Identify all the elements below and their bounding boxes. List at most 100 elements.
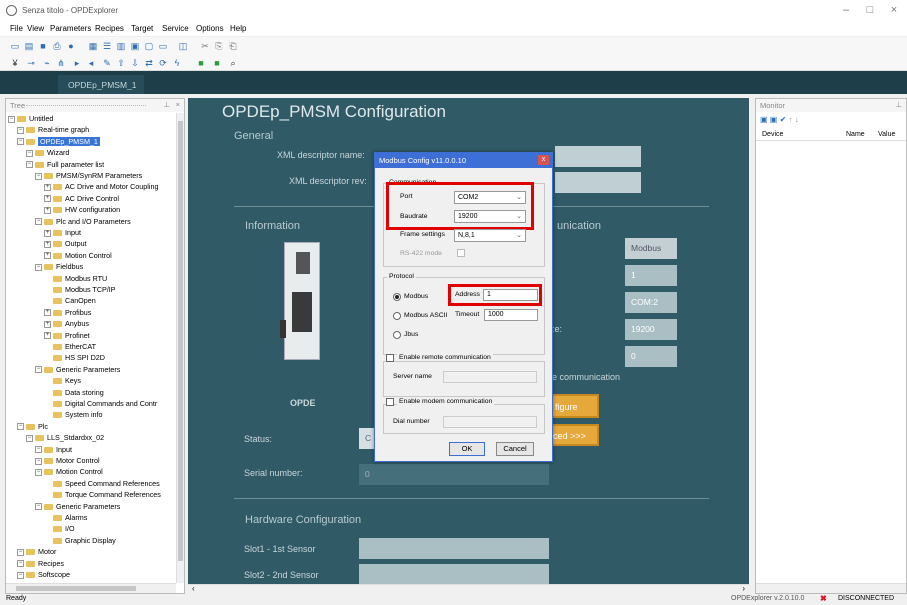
tree-item[interactable]: − Input (35, 445, 72, 454)
tree-item[interactable]: − Motion Control (35, 467, 103, 476)
tree-item[interactable]: − Real-time graph (17, 125, 89, 134)
close-panel-icon[interactable]: × (176, 100, 180, 109)
collapse-icon[interactable]: − (17, 548, 24, 556)
tree-item[interactable]: +Modbus RTU (44, 274, 107, 283)
new-icon[interactable]: ▭ (10, 41, 20, 51)
tree-item[interactable]: +Digital Commands and Contr (44, 399, 157, 408)
tree-item[interactable]: + Profinet (44, 331, 90, 340)
baudrate-select[interactable]: 19200 ⌄ (454, 210, 526, 223)
tab-opdep-pmsm-1[interactable]: OPDEp_PMSM_1 (58, 75, 144, 94)
run-icon[interactable]: ■ (196, 58, 206, 68)
tree-item[interactable]: − LLS_Stdardxx_02 (26, 433, 104, 442)
chart-icon[interactable]: ◫ (178, 41, 188, 51)
tree-item[interactable]: + Profibus (44, 308, 91, 317)
menu-parameters[interactable]: Parameters (50, 24, 91, 33)
tree-item[interactable]: +Speed Command References (44, 479, 160, 488)
tree-item[interactable]: − Motor (17, 547, 56, 556)
tree-item[interactable]: +Keys (44, 376, 81, 385)
tree-item[interactable]: − PMSM/SynRM Parameters (35, 171, 142, 180)
advanced-button[interactable]: ced >>> (549, 424, 599, 446)
modbus-ascii-radio[interactable] (393, 312, 401, 320)
address-input[interactable]: 1 (483, 289, 538, 301)
modbus-radio[interactable] (393, 293, 401, 301)
scroll-right-icon[interactable]: › (742, 584, 745, 593)
jbus-radio[interactable] (393, 331, 401, 339)
tree-item[interactable]: − Full parameter list (26, 160, 104, 169)
tree-item[interactable]: − Wizard (26, 148, 69, 157)
tree-item[interactable]: + HW configuration (44, 205, 120, 214)
tree-item[interactable]: − Untitled (8, 114, 53, 123)
tree-item[interactable]: − Recipes (17, 559, 64, 568)
stop-icon[interactable]: ■ (212, 58, 222, 68)
menu-recipes[interactable]: Recipes (95, 24, 124, 33)
expand-icon[interactable]: + (44, 229, 51, 237)
menu-help[interactable]: Help (230, 24, 246, 33)
collapse-icon[interactable]: − (26, 434, 33, 442)
menu-service[interactable]: Service (162, 24, 189, 33)
collapse-icon[interactable]: − (8, 115, 15, 123)
panel-icon[interactable]: ▭ (158, 41, 168, 51)
tree-item[interactable]: − Plc (17, 422, 48, 431)
monitor-icon[interactable]: ▢ (144, 41, 154, 51)
xml-rev-field[interactable] (555, 172, 641, 193)
copy-icon[interactable]: ⎘ (214, 41, 224, 51)
rs422-checkbox[interactable] (457, 249, 465, 257)
tree-item[interactable]: − Motor Control (35, 456, 100, 465)
tree-item[interactable]: + Anybus (44, 319, 89, 328)
collapse-icon[interactable]: − (35, 172, 42, 180)
tree-item[interactable]: +I/O (44, 524, 75, 533)
tree-item[interactable]: + Output (44, 239, 87, 248)
down-icon[interactable]: ↓ (795, 115, 799, 124)
column-device[interactable]: Device (762, 131, 783, 138)
dialog-close-button[interactable]: x (538, 155, 549, 165)
remove-icon[interactable]: ▣ (770, 115, 778, 124)
collapse-icon[interactable]: − (35, 457, 42, 465)
collapse-icon[interactable]: − (17, 571, 24, 579)
collapse-icon[interactable]: − (26, 149, 33, 157)
configure-button[interactable]: figure (549, 394, 599, 418)
tree-item[interactable]: +Data storing (44, 388, 104, 397)
step-forward-icon[interactable]: ▸ (72, 58, 82, 68)
tree-item[interactable]: − Fieldbus (35, 262, 83, 271)
tree-item[interactable]: +Torque Command References (44, 490, 161, 499)
collapse-icon[interactable]: − (35, 503, 42, 511)
sync-icon[interactable]: ⟳ (158, 58, 168, 68)
compare-icon[interactable]: ⇄ (144, 58, 154, 68)
collapse-icon[interactable]: − (35, 468, 42, 476)
collapse-icon[interactable]: − (35, 218, 42, 226)
monitor-horizontal-scrollbar[interactable] (756, 583, 906, 593)
tree-item[interactable]: + Motion Control (44, 251, 112, 260)
column-value[interactable]: Value (878, 131, 895, 138)
tree-item[interactable]: − Plc and I/O Parameters (35, 217, 131, 226)
connect-icon[interactable]: ⊸ (26, 58, 36, 68)
grid-icon[interactable]: ▦ (88, 41, 98, 51)
minimize-button[interactable]: – (836, 4, 856, 16)
tree-item[interactable]: − OPDEp_PMSM_1 (17, 136, 100, 146)
collapse-icon[interactable]: − (35, 263, 42, 271)
collapse-icon[interactable]: − (35, 366, 42, 374)
window-icon[interactable]: ▣ (130, 41, 140, 51)
enable-remote-checkbox[interactable] (386, 354, 394, 362)
tree-vertical-scrollbar[interactable] (176, 113, 184, 583)
tree-item[interactable]: +CanOpen (44, 296, 96, 305)
expand-icon[interactable]: + (44, 252, 51, 260)
edit-icon[interactable]: ✔ (780, 115, 787, 124)
main-horizontal-scrollbar[interactable]: ‹ › (188, 584, 749, 594)
expand-icon[interactable]: + (44, 320, 51, 328)
cut-icon[interactable]: ✂ (200, 41, 210, 51)
tree-item[interactable]: +System info (44, 410, 103, 419)
collapse-icon[interactable]: − (17, 126, 24, 134)
antenna-icon[interactable]: ¥ (10, 58, 20, 68)
print-icon[interactable]: ⎙ (52, 41, 62, 51)
menu-options[interactable]: Options (196, 24, 224, 33)
cancel-button[interactable]: Cancel (496, 442, 534, 456)
tree-item[interactable]: +EtherCAT (44, 342, 96, 351)
collapse-icon[interactable]: − (17, 138, 24, 146)
tree-item[interactable]: − Generic Parameters (35, 502, 120, 511)
paste-icon[interactable]: ⎗ (228, 41, 238, 51)
tree-item[interactable]: − Generic Parameters (35, 365, 120, 374)
link-icon[interactable]: ⌁ (42, 58, 52, 68)
expand-icon[interactable]: + (44, 309, 51, 317)
add-icon[interactable]: ▣ (760, 115, 768, 124)
collapse-icon[interactable]: − (35, 446, 42, 454)
